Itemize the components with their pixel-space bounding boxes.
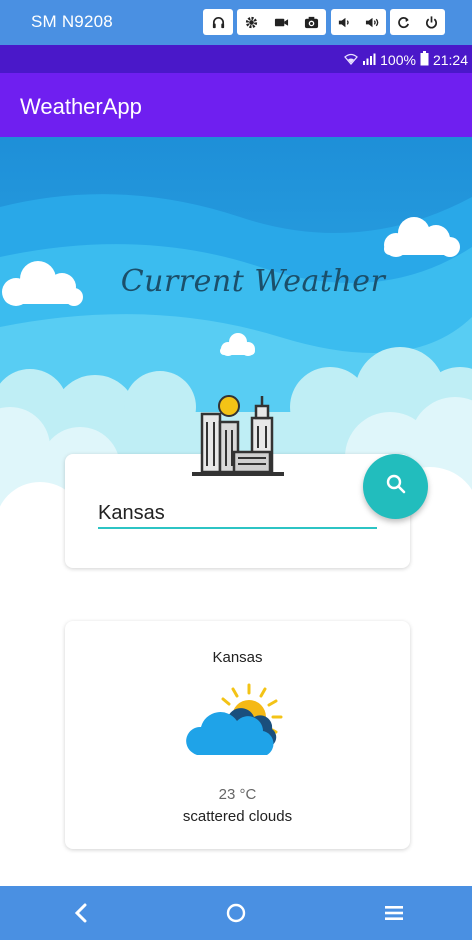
power-group <box>390 9 445 35</box>
partly-cloudy-icon <box>183 679 293 769</box>
city-buildings-icon <box>190 392 286 482</box>
weather-city: Kansas <box>212 649 263 666</box>
app-bar: WeatherApp <box>0 73 472 137</box>
back-icon[interactable] <box>66 900 96 926</box>
volume-up-icon[interactable] <box>362 11 384 33</box>
search-icon <box>385 473 407 500</box>
rotate-icon[interactable] <box>393 11 415 33</box>
device-name: SM N9208 <box>31 12 113 31</box>
menu-icon[interactable] <box>379 900 409 926</box>
search-button[interactable] <box>363 454 428 519</box>
navigation-bar <box>0 886 472 940</box>
clock: 21:24 <box>432 52 468 68</box>
signal-icon <box>362 52 376 69</box>
search-underline <box>98 527 377 529</box>
media-group <box>237 9 326 35</box>
battery-percent: 100% <box>380 52 416 68</box>
audio-group <box>203 9 233 35</box>
status-indicators: 100% 21:24 <box>344 51 468 69</box>
power-icon[interactable] <box>421 11 443 33</box>
emulator-toolbar: SM N9208 <box>0 0 472 45</box>
weather-description: scattered clouds <box>182 808 293 825</box>
settings-icon[interactable] <box>240 11 264 33</box>
app-title: WeatherApp <box>20 94 142 119</box>
home-icon[interactable] <box>221 900 251 926</box>
video-icon[interactable] <box>270 11 294 33</box>
wifi-icon <box>344 52 359 69</box>
status-bar: 100% 21:24 <box>0 45 472 73</box>
volume-group <box>331 9 386 35</box>
headphones-icon[interactable] <box>206 11 230 33</box>
volume-down-icon[interactable] <box>334 11 356 33</box>
camera-icon[interactable] <box>299 11 323 33</box>
hero-title: Current Weather <box>120 264 386 299</box>
weather-temperature: 23 °C <box>218 786 257 803</box>
weather-result-card: Kansas 23 °C scattered clouds <box>65 621 410 849</box>
city-search-input[interactable] <box>98 498 377 528</box>
battery-icon <box>420 51 429 69</box>
